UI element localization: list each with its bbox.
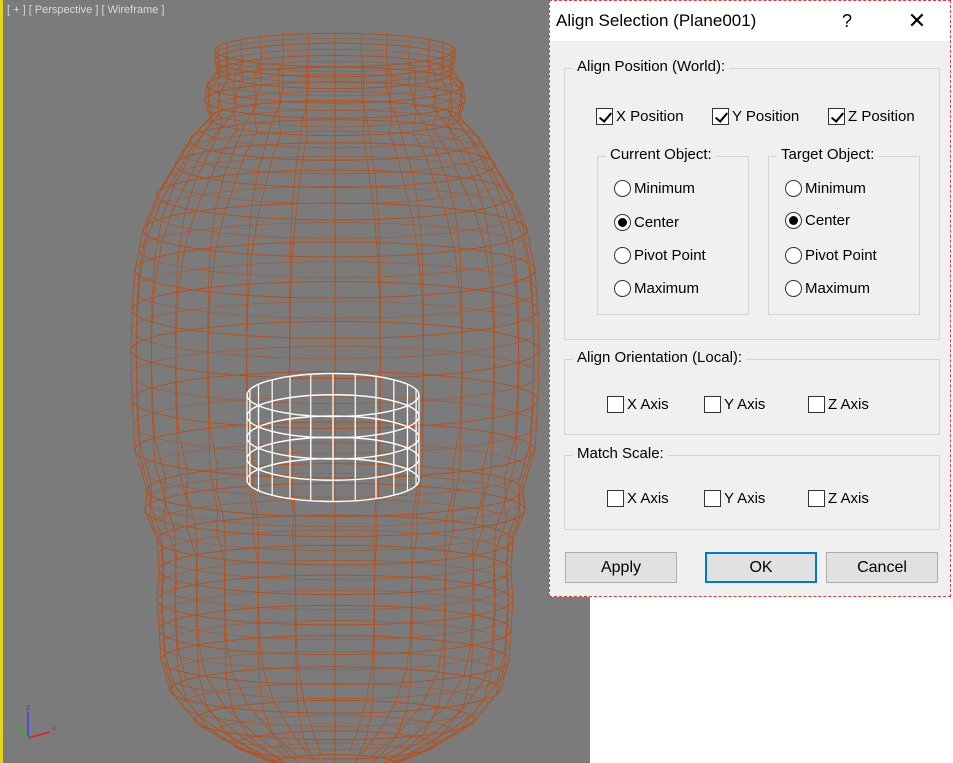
target-object-group: Target Object: Minimum Center Pivot Poin… — [768, 146, 920, 315]
axis-gizmo-icon: z x y — [14, 702, 57, 739]
align-selection-dialog: Align Selection (Plane001) ? ✕ Align Pos… — [549, 0, 951, 597]
target-object-label: Target Object: — [777, 146, 879, 163]
viewport-perspective[interactable]: [ + ] [ Perspective ] [ Wireframe ] z x … — [0, 0, 590, 763]
current-object-group: Current Object: Minimum Center Pivot Poi… — [597, 146, 749, 315]
orient-y-axis-checkbox-box[interactable] — [704, 396, 721, 413]
scale-z-axis-checkbox[interactable]: Z Axis — [808, 490, 869, 507]
scale-y-axis-checkbox[interactable]: Y Axis — [704, 490, 765, 507]
orient-x-axis-checkbox-box[interactable] — [607, 396, 624, 413]
z-position-checkbox[interactable]: Z Position — [828, 108, 915, 125]
target-maximum-label: Maximum — [805, 280, 871, 297]
target-pivot-label: Pivot Point — [805, 247, 877, 264]
scale-x-axis-label: X Axis — [627, 490, 669, 507]
target-minimum-label: Minimum — [805, 180, 866, 197]
target-pivot-radio-dot[interactable] — [785, 247, 802, 264]
current-minimum-radio-dot[interactable] — [614, 180, 631, 197]
orient-y-axis-checkbox[interactable]: Y Axis — [704, 396, 765, 413]
scale-y-axis-label: Y Axis — [724, 490, 766, 507]
align-position-group: Align Position (World): X Position Y Pos… — [564, 58, 940, 340]
current-maximum-radio-dot[interactable] — [614, 280, 631, 297]
target-pivot-radio[interactable]: Pivot Point — [785, 247, 877, 264]
y-position-label: Y Position — [732, 108, 800, 125]
cancel-button[interactable]: Cancel — [826, 552, 938, 583]
current-maximum-radio[interactable]: Maximum — [614, 280, 699, 297]
current-pivot-label: Pivot Point — [634, 247, 706, 264]
current-minimum-radio[interactable]: Minimum — [614, 180, 695, 197]
help-button[interactable]: ? — [832, 7, 862, 35]
target-minimum-radio[interactable]: Minimum — [785, 180, 866, 197]
z-position-label: Z Position — [848, 108, 915, 125]
x-position-checkbox[interactable]: X Position — [596, 108, 684, 125]
orient-z-axis-label: Z Axis — [828, 396, 869, 413]
orient-z-axis-checkbox-box[interactable] — [808, 396, 825, 413]
bottle-wireframe[interactable] — [0, 0, 590, 763]
target-center-radio-dot[interactable] — [785, 212, 802, 229]
target-maximum-radio[interactable]: Maximum — [785, 280, 870, 297]
scale-z-axis-checkbox-box[interactable] — [808, 490, 825, 507]
apply-button[interactable]: Apply — [565, 552, 677, 583]
ok-button[interactable]: OK — [705, 552, 817, 583]
dialog-titlebar[interactable]: Align Selection (Plane001) ? ✕ — [550, 1, 950, 41]
current-center-radio-dot[interactable] — [614, 214, 631, 231]
close-button[interactable]: ✕ — [900, 7, 934, 35]
axis-y-label: y — [14, 720, 19, 730]
scale-x-axis-checkbox[interactable]: X Axis — [607, 490, 669, 507]
axis-z-label: z — [26, 702, 31, 712]
match-scale-label: Match Scale: — [573, 445, 668, 462]
z-position-checkbox-box[interactable] — [828, 108, 845, 125]
orient-x-axis-label: X Axis — [627, 396, 669, 413]
current-center-radio[interactable]: Center — [614, 214, 679, 231]
current-object-label: Current Object: — [606, 146, 716, 163]
current-maximum-label: Maximum — [634, 280, 700, 297]
scale-z-axis-label: Z Axis — [828, 490, 869, 507]
x-position-checkbox-box[interactable] — [596, 108, 613, 125]
x-position-label: X Position — [616, 108, 684, 125]
match-scale-group: Match Scale: X Axis Y Axis Z Axis — [564, 445, 940, 530]
target-maximum-radio-dot[interactable] — [785, 280, 802, 297]
scale-y-axis-checkbox-box[interactable] — [704, 490, 721, 507]
current-minimum-label: Minimum — [634, 180, 695, 197]
viewport-label[interactable]: [ + ] [ Perspective ] [ Wireframe ] — [7, 4, 164, 16]
axis-x-label: x — [52, 722, 57, 732]
align-orientation-group: Align Orientation (Local): X Axis Y Axis… — [564, 349, 940, 435]
y-position-checkbox[interactable]: Y Position — [712, 108, 799, 125]
orient-z-axis-checkbox[interactable]: Z Axis — [808, 396, 869, 413]
current-pivot-radio[interactable]: Pivot Point — [614, 247, 706, 264]
target-center-label: Center — [805, 212, 851, 229]
viewport-active-border — [0, 0, 3, 763]
current-pivot-radio-dot[interactable] — [614, 247, 631, 264]
y-position-checkbox-box[interactable] — [712, 108, 729, 125]
target-center-radio[interactable]: Center — [785, 212, 850, 229]
current-center-label: Center — [634, 214, 680, 231]
dialog-title: Align Selection (Plane001) — [556, 11, 757, 30]
scale-x-axis-checkbox-box[interactable] — [607, 490, 624, 507]
align-position-label: Align Position (World): — [573, 58, 730, 75]
target-minimum-radio-dot[interactable] — [785, 180, 802, 197]
align-orientation-label: Align Orientation (Local): — [573, 349, 747, 366]
orient-x-axis-checkbox[interactable]: X Axis — [607, 396, 669, 413]
orient-y-axis-label: Y Axis — [724, 396, 766, 413]
